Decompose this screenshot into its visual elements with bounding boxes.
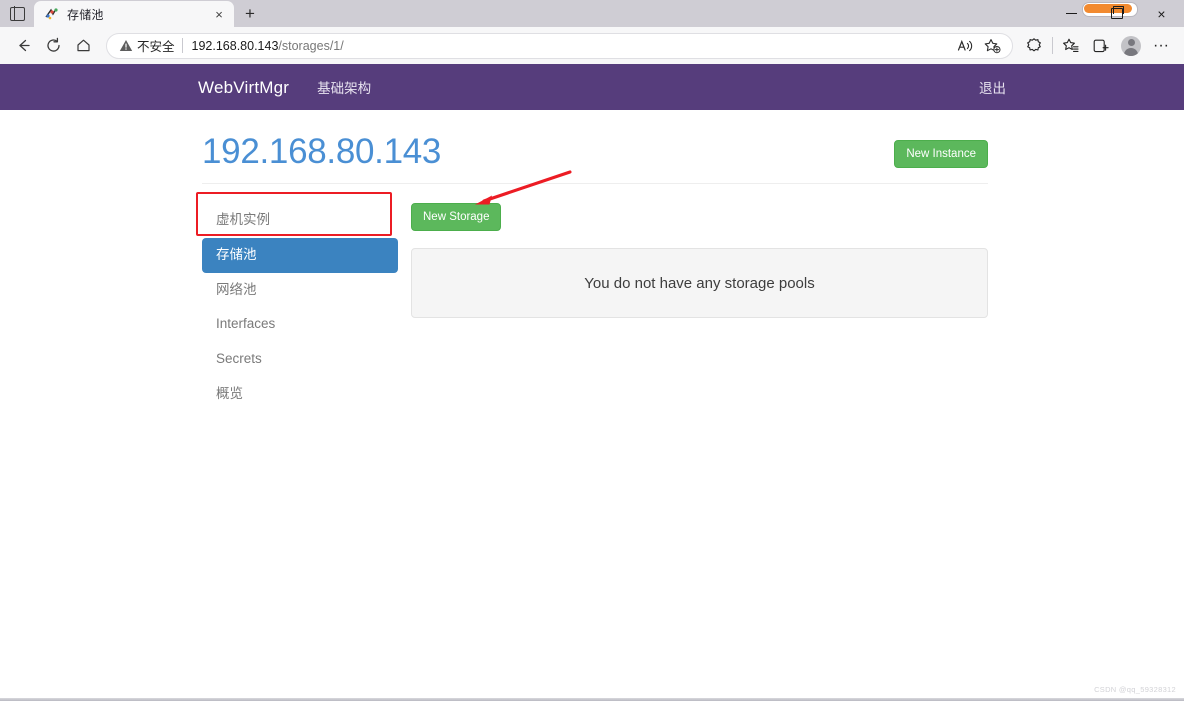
warning-triangle-icon xyxy=(119,39,133,52)
page-container: 192.168.80.143 New Instance 虚机实例 存储池 网络池 xyxy=(196,110,988,412)
browser-tab[interactable]: 存储池 × xyxy=(34,1,234,27)
browser-window: 存储池 × + × 不安全 192.168.80.143/storages/1/… xyxy=(0,0,1184,701)
settings-and-more-button[interactable]: ··· xyxy=(1146,32,1176,60)
sidebar-item-secrets[interactable]: Secrets xyxy=(202,342,398,377)
toolbar-divider xyxy=(1052,37,1053,54)
home-button[interactable] xyxy=(68,32,98,60)
list-item: 概览 xyxy=(202,377,398,412)
window-controls: × xyxy=(1049,0,1184,27)
new-storage-button[interactable]: New Storage xyxy=(411,202,502,232)
sidebar-nav: 虚机实例 存储池 网络池 Interfaces Secrets 概览 xyxy=(202,203,398,412)
sidebar-item-overview[interactable]: 概览 xyxy=(202,377,398,412)
site-navbar: WebVirtMgr 基础架构 退出 xyxy=(0,64,1184,110)
watermark: CSDN @qq_59328312 xyxy=(1094,685,1176,694)
close-icon: × xyxy=(1157,5,1166,22)
close-window-button[interactable]: × xyxy=(1139,0,1184,27)
sidebar: 虚机实例 存储池 网络池 Interfaces Secrets 概览 xyxy=(202,203,398,412)
navbar-left-group: WebVirtMgr 基础架构 xyxy=(198,77,371,98)
list-item: 存储池 xyxy=(202,237,398,273)
refresh-icon xyxy=(46,37,60,52)
browser-toolbar-actions: ··· xyxy=(1019,32,1176,60)
nav-infrastructure[interactable]: 基础架构 xyxy=(317,77,371,97)
list-item: 虚机实例 xyxy=(202,203,398,238)
url-text: 192.168.80.143/storages/1/ xyxy=(192,39,952,53)
storage-pools-empty-panel: You do not have any storage pools xyxy=(411,248,988,319)
minimize-button[interactable] xyxy=(1049,0,1094,27)
back-arrow-icon xyxy=(18,39,30,52)
read-aloud-icon[interactable] xyxy=(952,34,979,58)
split-pane-icon xyxy=(9,6,25,21)
sidebar-item-instances[interactable]: 虚机实例 xyxy=(202,203,398,238)
page-header: 192.168.80.143 New Instance xyxy=(202,110,988,184)
favorites-icon[interactable] xyxy=(1056,32,1086,60)
logout-link[interactable]: 退出 xyxy=(979,77,1006,97)
list-item: 网络池 xyxy=(202,273,398,308)
url-host: 192.168.80.143 xyxy=(191,38,279,53)
maximize-button[interactable] xyxy=(1094,0,1139,27)
empty-state-message: You do not have any storage pools xyxy=(584,274,815,292)
omnibox-divider xyxy=(181,38,183,53)
main-content: New Storage You do not have any storage … xyxy=(398,202,988,412)
restore-icon xyxy=(1110,6,1124,19)
reload-button[interactable] xyxy=(38,32,68,60)
url-path: /storages/1/ xyxy=(278,38,344,53)
navbar-right-group: 退出 xyxy=(979,64,1184,110)
home-icon xyxy=(76,39,90,52)
webvirtmgr-favicon xyxy=(44,6,60,22)
close-tab-icon[interactable]: × xyxy=(210,5,228,23)
new-instance-button[interactable]: New Instance xyxy=(894,140,988,169)
tab-actions-button[interactable] xyxy=(0,0,34,27)
browser-tab-strip: 存储池 × + × xyxy=(0,0,1184,27)
address-bar[interactable]: 不安全 192.168.80.143/storages/1/ xyxy=(106,32,1013,59)
page-title: 192.168.80.143 xyxy=(202,132,442,171)
brand-logo[interactable]: WebVirtMgr xyxy=(198,78,289,98)
minimize-icon xyxy=(1066,13,1077,14)
collections-icon[interactable] xyxy=(1086,32,1116,60)
sidebar-item-storages[interactable]: 存储池 xyxy=(202,237,398,273)
list-item: Interfaces xyxy=(202,307,398,342)
add-favorite-icon[interactable] xyxy=(979,34,1006,58)
sidebar-item-interfaces[interactable]: Interfaces xyxy=(202,307,398,342)
avatar xyxy=(1121,35,1141,56)
sidebar-item-networks[interactable]: 网络池 xyxy=(202,273,398,308)
browser-tab-title: 存储池 xyxy=(67,7,104,22)
back-button[interactable] xyxy=(8,32,38,60)
browser-essentials-icon[interactable] xyxy=(1019,32,1049,60)
page-viewport: WebVirtMgr 基础架构 退出 192.168.80.143 New In… xyxy=(0,64,1184,701)
browser-toolbar: 不安全 192.168.80.143/storages/1/ ··· xyxy=(0,27,1184,64)
new-tab-button[interactable]: + xyxy=(236,1,264,27)
page-body: 虚机实例 存储池 网络池 Interfaces Secrets 概览 New S… xyxy=(202,184,988,412)
profile-icon[interactable] xyxy=(1116,32,1146,60)
security-warning-text: 不安全 xyxy=(137,40,175,54)
ellipsis-icon: ··· xyxy=(1153,36,1169,54)
omnibox-actions xyxy=(952,34,1006,58)
list-item: Secrets xyxy=(202,342,398,377)
